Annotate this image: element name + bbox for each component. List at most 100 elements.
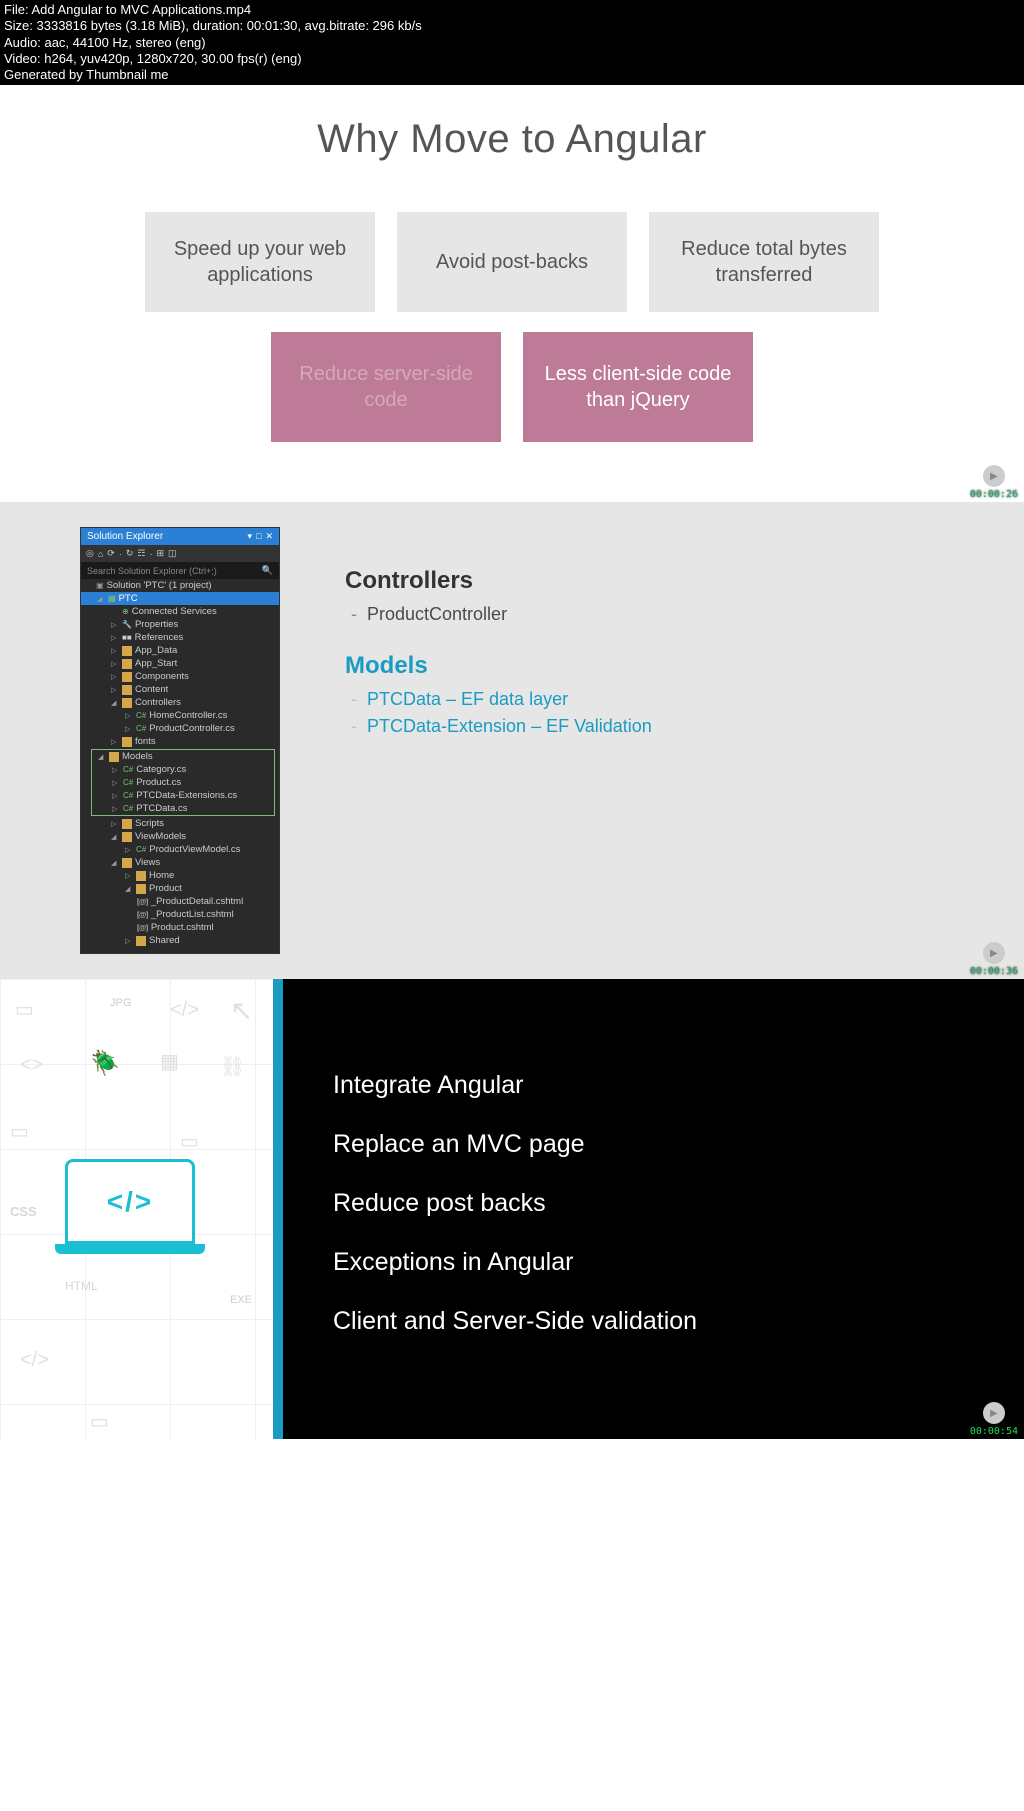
productview-label: Product bbox=[149, 883, 182, 894]
expand-icon[interactable] bbox=[125, 871, 133, 880]
viewmodels-node[interactable]: ViewModels bbox=[81, 830, 279, 843]
search-icon[interactable]: 🔍 bbox=[262, 565, 273, 576]
shared-node[interactable]: Shared bbox=[81, 934, 279, 947]
pin-icon[interactable]: □ bbox=[256, 531, 261, 542]
explorer-toolbar[interactable]: ◎ ⌂ ⟳ · ↻ ☶ · ⊞ ◫ bbox=[81, 545, 279, 562]
ptcdata-label: PTCData.cs bbox=[136, 803, 187, 814]
appdata-node[interactable]: App_Data bbox=[81, 644, 279, 657]
refresh-icon[interactable]: ↻ bbox=[126, 548, 134, 559]
project-node[interactable]: ▤ PTC bbox=[81, 592, 279, 605]
cs-icon: C# bbox=[123, 778, 133, 787]
play-icon: ▶ bbox=[983, 942, 1005, 964]
prodlist-node[interactable]: [@]_ProductList.cshtml bbox=[81, 908, 279, 921]
brick-icon: ▦ bbox=[160, 1049, 179, 1074]
expand-icon[interactable] bbox=[112, 791, 120, 800]
prodcshtml-node[interactable]: [@]Product.cshtml bbox=[81, 921, 279, 934]
controllers-node[interactable]: Controllers bbox=[81, 696, 279, 709]
agenda-item-4: Exceptions in Angular bbox=[333, 1248, 697, 1277]
expand-icon[interactable] bbox=[125, 845, 133, 854]
content-node[interactable]: Content bbox=[81, 683, 279, 696]
homeview-label: Home bbox=[149, 870, 174, 881]
explorer-title-text: Solution Explorer bbox=[87, 531, 163, 542]
explorer-search[interactable]: Search Solution Explorer (Ctrl+;) 🔍 bbox=[81, 562, 279, 579]
dropdown-icon[interactable]: ▾ bbox=[247, 531, 252, 542]
solution-explorer[interactable]: Solution Explorer ▾ □ ✕ ◎ ⌂ ⟳ · ↻ ☶ · ⊞ … bbox=[80, 527, 280, 954]
ptcext-label: PTCData-Extensions.cs bbox=[136, 790, 237, 801]
solution-node[interactable]: ▣ Solution 'PTC' (1 project) bbox=[81, 579, 279, 592]
play-icon: ▶ bbox=[983, 1402, 1005, 1424]
ptcext-node[interactable]: C#PTCData-Extensions.cs bbox=[92, 789, 274, 802]
accent-bar bbox=[273, 979, 283, 1439]
prodvm-node[interactable]: C#ProductViewModel.cs bbox=[81, 843, 279, 856]
card-row-2: Reduce server-side code Less client-side… bbox=[40, 332, 984, 442]
expand-icon[interactable] bbox=[111, 685, 119, 694]
expand-icon[interactable] bbox=[112, 778, 120, 787]
views-node[interactable]: Views bbox=[81, 856, 279, 869]
prodvm-label: ProductViewModel.cs bbox=[149, 844, 240, 855]
expand-icon[interactable] bbox=[111, 819, 119, 828]
expand-icon[interactable] bbox=[111, 646, 119, 655]
scripts-node[interactable]: Scripts bbox=[81, 817, 279, 830]
expand-icon[interactable] bbox=[125, 884, 133, 893]
expand-icon[interactable] bbox=[111, 698, 119, 707]
category-node[interactable]: C#Category.cs bbox=[92, 763, 274, 776]
close-icon[interactable]: ✕ bbox=[265, 531, 273, 542]
expand-icon[interactable] bbox=[112, 804, 120, 813]
properties-node[interactable]: 🔧Properties bbox=[81, 618, 279, 631]
show-icon[interactable]: ◫ bbox=[168, 548, 177, 559]
slide3-left-panel: ▭ JPG </> ↖ <> 🪲 ▦ ⛓ ▭ ▭ CSS HTML EXE </… bbox=[0, 979, 273, 1439]
folder-icon bbox=[122, 672, 132, 682]
laptop-base bbox=[55, 1244, 205, 1254]
folder-icon bbox=[122, 659, 132, 669]
models-node[interactable]: Models bbox=[92, 750, 274, 763]
timestamp-badge-2: ▶ 00:00:36 bbox=[970, 942, 1018, 977]
product-node[interactable]: C#Product.cs bbox=[92, 776, 274, 789]
expand-icon[interactable] bbox=[111, 633, 119, 642]
audio-info: Audio: aac, 44100 Hz, stereo (eng) bbox=[4, 35, 1020, 51]
models-label: Models bbox=[122, 751, 153, 762]
expand-icon[interactable] bbox=[111, 620, 119, 629]
expand-icon[interactable] bbox=[125, 711, 133, 720]
expand-icon[interactable] bbox=[111, 672, 119, 681]
wrench-icon: 🔧 bbox=[122, 620, 132, 629]
components-label: Components bbox=[135, 671, 189, 682]
references-node[interactable]: ■■References bbox=[81, 631, 279, 644]
file-info: File: Add Angular to MVC Applications.mp… bbox=[4, 2, 1020, 18]
expand-icon[interactable] bbox=[111, 737, 119, 746]
explorer-tree[interactable]: ▣ Solution 'PTC' (1 project) ▤ PTC ⊕Conn… bbox=[81, 579, 279, 953]
appstart-node[interactable]: App_Start bbox=[81, 657, 279, 670]
expand-icon[interactable] bbox=[112, 765, 120, 774]
proddetail-node[interactable]: [@]_ProductDetail.cshtml bbox=[81, 895, 279, 908]
expand-icon[interactable] bbox=[125, 936, 133, 945]
cshtml-icon: [@] bbox=[137, 910, 148, 919]
expand-icon[interactable] bbox=[111, 858, 119, 867]
sync-icon[interactable]: ⟳ bbox=[107, 548, 115, 559]
folder-icon bbox=[122, 737, 132, 747]
expand-icon[interactable] bbox=[125, 724, 133, 733]
code-glyph-icon: </> bbox=[107, 1186, 153, 1218]
prodctrl-node[interactable]: C#ProductController.cs bbox=[81, 722, 279, 735]
homectrl-node[interactable]: C#HomeController.cs bbox=[81, 709, 279, 722]
window-controls[interactable]: ▾ □ ✕ bbox=[247, 531, 273, 542]
productview-node[interactable]: Product bbox=[81, 882, 279, 895]
appdata-label: App_Data bbox=[135, 645, 177, 656]
folder-icon bbox=[122, 832, 132, 842]
home-icon[interactable]: ⌂ bbox=[98, 549, 103, 559]
expand-icon[interactable] bbox=[97, 594, 105, 603]
fonts-node[interactable]: fonts bbox=[81, 735, 279, 748]
slide2-text: Controllers ProductController Models PTC… bbox=[345, 527, 652, 954]
card-avoid-postbacks: Avoid post-backs bbox=[397, 212, 627, 312]
search-placeholder: Search Solution Explorer (Ctrl+;) bbox=[87, 566, 217, 576]
expand-icon[interactable] bbox=[111, 659, 119, 668]
homeview-node[interactable]: Home bbox=[81, 869, 279, 882]
ptcdata-node[interactable]: C#PTCData.cs bbox=[92, 802, 274, 815]
properties-icon[interactable]: ⊞ bbox=[156, 548, 164, 559]
collapse-icon[interactable]: ☶ bbox=[137, 548, 145, 559]
back-icon[interactable]: ◎ bbox=[86, 548, 94, 559]
slide-explorer: Solution Explorer ▾ □ ✕ ◎ ⌂ ⟳ · ↻ ☶ · ⊞ … bbox=[0, 502, 1024, 979]
connected-node[interactable]: ⊕Connected Services bbox=[81, 605, 279, 618]
expand-icon[interactable] bbox=[111, 832, 119, 841]
expand-icon[interactable] bbox=[98, 752, 106, 761]
components-node[interactable]: Components bbox=[81, 670, 279, 683]
controllers-label: Controllers bbox=[135, 697, 181, 708]
